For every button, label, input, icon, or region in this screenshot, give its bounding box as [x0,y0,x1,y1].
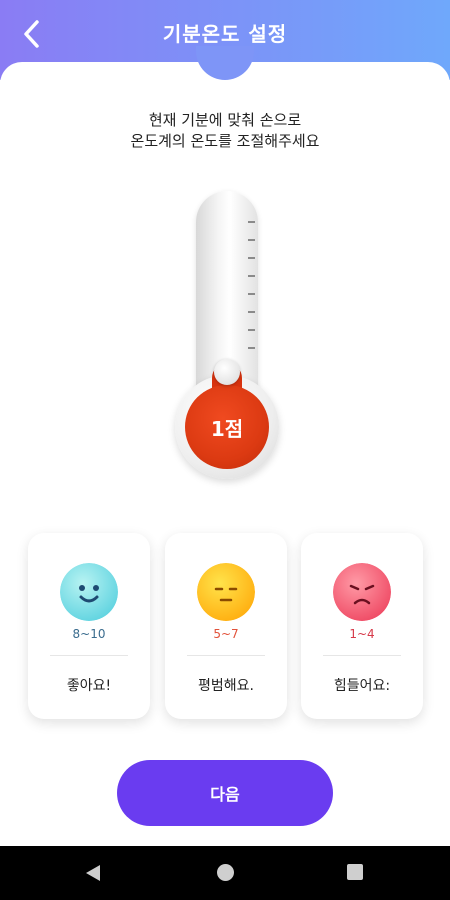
thermometer-slider-handle[interactable] [214,359,240,385]
divider [323,655,401,656]
thermometer[interactable]: 1점 [160,185,290,495]
mood-card-good[interactable]: 8~10 좋아요! [28,533,150,719]
divider [50,655,128,656]
thermometer-tick [248,221,255,223]
divider [187,655,265,656]
instruction-line-2: 온도계의 온도를 조절해주세요 [130,132,320,150]
mood-range: 8~10 [72,627,106,641]
mood-label: 평범해요. [198,678,254,694]
mood-card-bad[interactable]: 1~4 힘들어요: [301,533,423,719]
thermometer-tick [248,239,255,241]
mood-card-neutral[interactable]: 5~7 평범해요. [165,533,287,719]
mood-range: 5~7 [213,627,239,641]
nav-back-icon[interactable] [86,865,100,881]
score-label: 1점 [210,416,244,441]
mood-legend: 8~10 좋아요! 5~7 평범해요. 1~4 힘들어요: [28,533,423,719]
mood-label: 좋아요! [66,678,112,694]
page-title: 기분온도 설정 [162,22,288,46]
next-button[interactable]: 다음 [117,760,333,826]
happy-face-icon [60,563,118,621]
thermometer-tick [248,347,255,349]
sad-face-icon [333,563,391,621]
thermometer-tick [248,311,255,313]
mood-range: 1~4 [349,627,375,641]
mood-label: 힘들어요: [333,678,391,694]
nav-recents-icon[interactable] [347,864,363,880]
neutral-face-icon [197,563,255,621]
instruction-line-1: 현재 기분에 맞춰 손으로 [148,111,302,129]
thermometer-tick [248,293,255,295]
thermometer-tick [248,257,255,259]
thermometer-tick [248,275,255,277]
instruction-text: 현재 기분에 맞춰 손으로 온도계의 온도를 조절해주세요 [0,110,450,152]
system-nav-bar [0,846,450,900]
thermometer-tick [248,329,255,331]
nav-home-icon[interactable] [217,864,234,881]
thermometer-bulb: 1점 [185,385,269,469]
